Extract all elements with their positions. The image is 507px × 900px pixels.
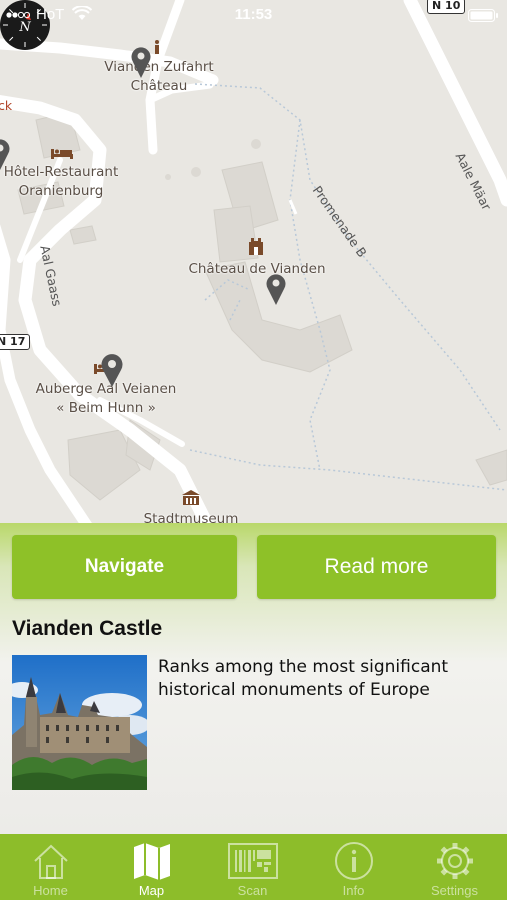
tab-home[interactable]: Home [0, 834, 101, 900]
map-pin-icon[interactable] [100, 352, 124, 388]
poi-label-line: Château de Vianden [188, 261, 326, 277]
poi-description: Ranks among the most significant histori… [158, 657, 449, 700]
tab-settings[interactable]: Settings [404, 834, 505, 900]
partial-map-label: ck [0, 98, 13, 113]
map-pin-icon[interactable] [265, 272, 287, 306]
tab-scan[interactable]: Scan [202, 834, 303, 900]
tab-label: Info [342, 883, 365, 898]
poi-label-hotel-oranienburg[interactable]: Hôtel-Restaurant Oranienburg [0, 163, 130, 201]
tab-bar: Home Map Scan Info Settings [0, 834, 507, 900]
poi-label-vianden-zufahrt[interactable]: Vianden Zufahrt Château [100, 58, 218, 96]
castle-icon [249, 238, 263, 255]
tab-label: Home [33, 883, 68, 898]
tab-label: Map [138, 883, 165, 898]
info-icon [335, 842, 373, 880]
museum-icon [182, 490, 200, 505]
tab-info[interactable]: Info [303, 834, 404, 900]
poi-title: Vianden Castle [12, 617, 163, 640]
tab-label: Scan [237, 883, 268, 898]
home-icon [34, 844, 68, 879]
battery-icon [468, 9, 498, 22]
read-more-button[interactable]: Read more [257, 535, 496, 599]
status-bar: HoT 11:53 [0, 0, 507, 30]
navigate-button-label: Navigate [84, 556, 165, 577]
poi-label-line: Hôtel-Restaurant [3, 164, 119, 180]
poi-label-line: Oranienburg [18, 183, 104, 199]
poi-label-line: « Beim Hunn » [56, 400, 156, 416]
map-pin-icon[interactable] [0, 137, 11, 171]
map-icon [134, 843, 170, 880]
status-time: 11:53 [234, 6, 273, 23]
gear-icon [437, 843, 473, 879]
tab-label: Settings [431, 883, 478, 898]
bed-icon [51, 149, 73, 159]
map-pin-icon[interactable] [130, 45, 152, 79]
poi-label-chateau-de-vianden[interactable]: Château de Vianden [184, 260, 330, 279]
read-more-button-label: Read more [324, 555, 429, 578]
poi-thumbnail[interactable] [12, 655, 147, 790]
poi-label-line: Vianden Zufahrt [104, 59, 214, 75]
tab-map[interactable]: Map [101, 834, 202, 900]
poi-label-line: Château [130, 78, 188, 94]
map-view[interactable]: N 10 N 17 Aale Mäar Aal Gaass Promenade … [0, 0, 507, 530]
navigate-button[interactable]: Navigate [12, 535, 237, 599]
castle-photo [12, 655, 147, 790]
scan-icon [228, 843, 278, 879]
info-icon [155, 40, 159, 54]
road-shield-n17: N 17 [0, 334, 31, 350]
